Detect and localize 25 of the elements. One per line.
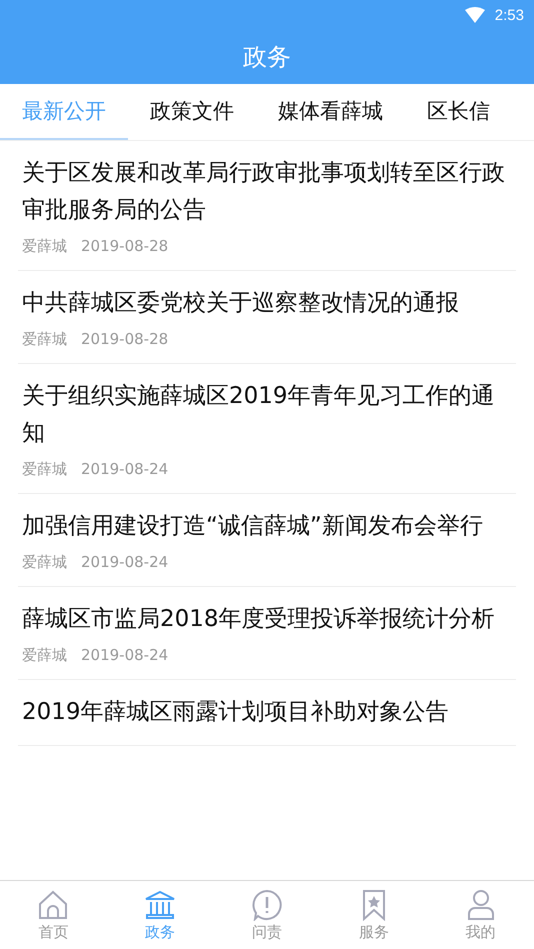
article-title[interactable]: 薛城区市监局2018年度受理投诉举报统计分析 [22,601,512,638]
wifi-icon [464,7,485,23]
article-title[interactable]: 关于区发展和改革局行政审批事项划转至区行政审批服务局的公告 [22,155,512,229]
article-source: 爱薛城 [22,237,67,256]
article-title[interactable]: 中共薛城区委党校关于巡察整改情况的通报 [22,285,512,322]
alert-bubble-icon [250,888,283,920]
article-date: 2019-08-24 [81,646,168,665]
article-date: 2019-08-24 [81,553,168,572]
category-tab[interactable]: 区长信 [405,84,512,140]
building-icon [144,888,176,920]
article-title[interactable]: 2019年薛城区雨露计划项目补助对象公告 [22,694,512,731]
article-source: 爱薛城 [22,553,67,572]
article-date: 2019-08-24 [81,460,168,479]
article-source: 爱薛城 [22,460,67,479]
category-tab[interactable]: 媒体看薛城 [256,84,405,140]
article-date: 2019-08-28 [81,330,168,349]
category-tab[interactable]: 政策文件 [128,84,256,140]
home-icon [37,888,70,920]
article-source: 爱薛城 [22,330,67,349]
page-title: 政务 [242,42,292,73]
status-time: 2:53 [494,6,524,24]
article-title[interactable]: 加强信用建设打造“诚信薛城”新闻发布会举行 [22,508,512,545]
article-date: 2019-08-28 [81,237,168,256]
article-title[interactable]: 关于组织实施薛城区2019年青年见习工作的通知 [22,378,512,452]
article-source: 爱薛城 [22,646,67,665]
